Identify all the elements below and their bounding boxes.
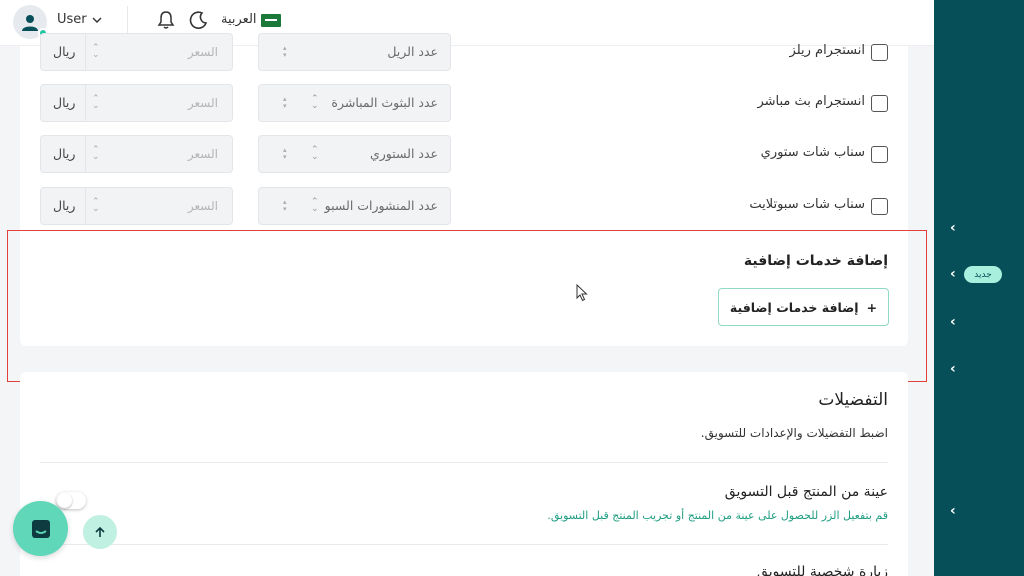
notifications-bell-icon[interactable]	[157, 10, 175, 34]
stepper-icon[interactable]: ⌃ ⌄	[311, 198, 319, 214]
stepper-icon[interactable]: ⌃ ⌄	[92, 198, 100, 214]
preferences-title: التفضيلات	[818, 390, 888, 410]
service-checkbox[interactable]	[871, 146, 888, 163]
service-row: ريال ⌃ ⌄ السعر ▴ ▾ ⌃ ⌄ عدد المنشورات السبو …	[20, 187, 908, 227]
count-input[interactable]: ▴ ▾ ⌃ ⌄ عدد البثوث المباشرة	[258, 84, 451, 122]
sidebar-chevron-icon[interactable]: ‹	[950, 314, 956, 330]
currency-label: ريال	[53, 146, 76, 161]
field-separator	[85, 136, 86, 172]
preferences-card: التفضيلات اضبط التفضيلات والإعدادات للتس…	[20, 372, 908, 576]
plus-icon: +	[866, 299, 878, 315]
divider	[40, 544, 888, 545]
add-extra-services-button[interactable]: + إضافة خدمات إضافية	[718, 288, 889, 326]
price-placeholder: السعر	[187, 147, 218, 161]
stepper-icon[interactable]: ▴ ▾	[283, 45, 287, 59]
price-input[interactable]: ريال ⌃ ⌄ السعر	[40, 135, 233, 173]
sidebar-chevron-icon[interactable]: ‹	[950, 503, 956, 519]
user-name-label: User	[57, 12, 87, 27]
service-label: سناب شات سبوتلايت	[749, 197, 865, 212]
service-checkbox[interactable]	[871, 198, 888, 215]
add-extra-services-label: إضافة خدمات إضافية	[729, 299, 859, 315]
service-row: ريال ⌃ ⌄ السعر ▴ ▾ عدد الريل انستجرام ريلز	[20, 33, 908, 73]
services-card: ريال ⌃ ⌄ السعر ▴ ▾ عدد الريل انستجرام ريلز…	[20, 33, 908, 346]
saudi-flag-icon[interactable]	[261, 14, 281, 27]
user-menu[interactable]: User	[57, 12, 102, 27]
stepper-icon[interactable]: ▴ ▾	[283, 147, 287, 161]
service-label: سناب شات ستوري	[760, 145, 865, 160]
extra-services-title: إضافة خدمات إضافية	[743, 253, 888, 269]
sidebar-chevron-icon[interactable]: ‹	[950, 266, 956, 282]
stepper-icon[interactable]: ▴ ▾	[283, 199, 287, 213]
chat-support-button[interactable]	[13, 501, 68, 556]
price-placeholder: السعر	[187, 45, 218, 59]
divider	[40, 462, 888, 463]
stepper-icon[interactable]: ▴ ▾	[283, 96, 287, 110]
field-separator	[85, 85, 86, 121]
toggle-knob	[57, 493, 72, 508]
dark-mode-moon-icon[interactable]	[189, 10, 209, 34]
chevron-down-icon	[92, 17, 102, 23]
product-sample-description: قم بتفعيل الزر للحصول على عينة من المنتج…	[547, 509, 888, 522]
new-badge: جديد	[964, 266, 1002, 283]
sidebar-chevron-icon[interactable]: ‹	[950, 220, 956, 236]
sidebar-chevron-icon[interactable]: ‹	[950, 361, 956, 377]
service-checkbox[interactable]	[871, 95, 888, 112]
chat-icon	[31, 519, 50, 538]
service-label: انستجرام بث مباشر	[757, 94, 865, 109]
language-switch[interactable]: العربية	[221, 12, 257, 27]
price-placeholder: السعر	[187, 96, 218, 110]
service-label: انستجرام ريلز	[789, 43, 865, 58]
count-input[interactable]: ▴ ▾ ⌃ ⌄ عدد المنشورات السبو	[258, 187, 451, 225]
currency-label: ريال	[53, 198, 76, 213]
service-row: ريال ⌃ ⌄ السعر ▴ ▾ ⌃ ⌄ عدد الستوري سناب شات…	[20, 135, 908, 175]
personal-visit-title: زيارة شخصية للتسويق	[757, 564, 888, 576]
stepper-icon[interactable]: ⌃ ⌄	[311, 146, 319, 162]
price-input[interactable]: ريال ⌃ ⌄ السعر	[40, 33, 233, 71]
count-placeholder: عدد المنشورات السبو	[324, 198, 438, 213]
count-placeholder: عدد الريل	[387, 44, 438, 59]
service-row: ريال ⌃ ⌄ السعر ▴ ▾ ⌃ ⌄ عدد البثوث المباشرة …	[20, 84, 908, 124]
scroll-to-top-button[interactable]	[83, 515, 117, 549]
stepper-icon[interactable]: ⌃ ⌄	[92, 95, 100, 111]
mouse-cursor-icon	[576, 284, 588, 302]
count-input[interactable]: ▴ ▾ عدد الريل	[258, 33, 451, 71]
product-sample-title: عينة من المنتج قبل التسويق	[724, 484, 888, 500]
count-placeholder: عدد البثوث المباشرة	[331, 95, 438, 110]
user-icon	[22, 15, 38, 31]
product-sample-toggle[interactable]	[56, 492, 86, 509]
count-input[interactable]: ▴ ▾ ⌃ ⌄ عدد الستوري	[258, 135, 451, 173]
count-placeholder: عدد الستوري	[369, 146, 438, 161]
stepper-icon[interactable]: ⌃ ⌄	[311, 95, 319, 111]
arrow-up-icon	[95, 526, 105, 537]
price-placeholder: السعر	[187, 199, 218, 213]
price-input[interactable]: ريال ⌃ ⌄ السعر	[40, 187, 233, 225]
field-separator	[85, 34, 86, 70]
service-checkbox[interactable]	[871, 44, 888, 61]
currency-label: ريال	[53, 44, 76, 59]
currency-label: ريال	[53, 95, 76, 110]
field-separator	[85, 188, 86, 224]
stepper-icon[interactable]: ⌃ ⌄	[92, 146, 100, 162]
price-input[interactable]: ريال ⌃ ⌄ السعر	[40, 84, 233, 122]
right-sidebar	[934, 0, 1024, 576]
stepper-icon[interactable]: ⌃ ⌄	[92, 44, 100, 60]
preferences-subtitle: اضبط التفضيلات والإعدادات للتسويق.	[700, 426, 888, 440]
